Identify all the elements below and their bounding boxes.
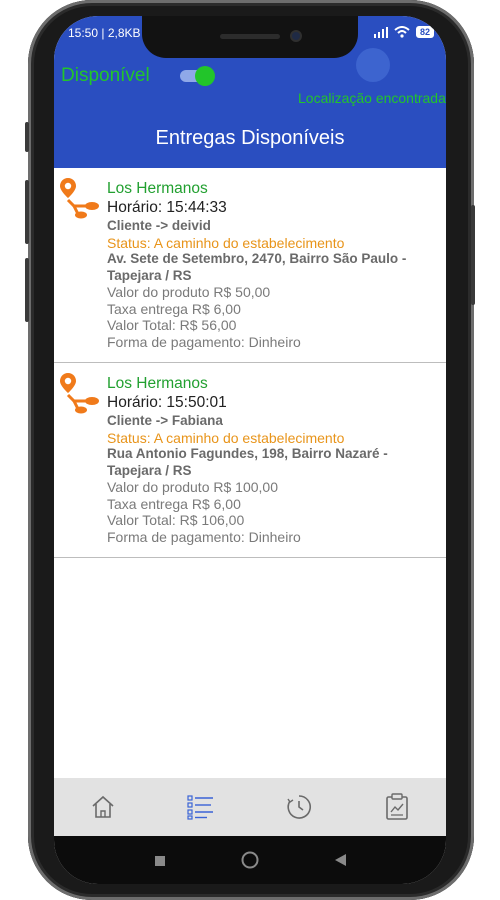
deliveries-list: Los Hermanos Horário: 15:44:33 Cliente -… — [54, 168, 446, 558]
delivery-status: Status: A caminho do estabelecimento — [107, 429, 345, 446]
client-name: Cliente -> Fabiana — [107, 413, 223, 428]
square-icon — [155, 856, 165, 866]
home-system-button[interactable] — [240, 850, 260, 875]
nav-history-button[interactable] — [275, 783, 323, 831]
page-title: Entregas Disponíveis — [155, 127, 345, 149]
product-value: Valor do produto R$ 100,00 — [107, 479, 278, 495]
delivery-address: Av. Sete de Setembro, 2470, Bairro São P… — [107, 251, 407, 283]
product-value: Valor do produto R$ 50,00 — [107, 284, 271, 300]
availability-toggle[interactable] — [180, 66, 215, 86]
back-system-button[interactable] — [334, 853, 347, 872]
recent-apps-button[interactable] — [154, 854, 166, 872]
total-value: Valor Total: R$ 56,00 — [107, 317, 237, 333]
nav-deliveries-button[interactable] — [177, 783, 225, 831]
delivery-fee: Taxa entrega R$ 6,00 — [107, 495, 241, 512]
delivery-item[interactable]: Los Hermanos Horário: 15:50:01 Cliente -… — [54, 363, 446, 558]
wifi-icon — [394, 26, 410, 38]
app-screen: 15:50 | 2,8KB 82 Disponível Localização … — [54, 16, 446, 884]
delivery-address: Rua Antonio Fagundes, 198, Bairro Nazaré… — [107, 446, 388, 478]
list-checklist-icon — [187, 795, 213, 820]
status-time: 15:50 | 2,8KB — [68, 26, 141, 40]
delivery-item[interactable]: Los Hermanos Horário: 15:44:33 Cliente -… — [54, 168, 446, 363]
circle-icon — [241, 851, 259, 869]
history-clock-icon — [287, 795, 311, 819]
delivery-fee: Taxa entrega R$ 6,00 — [107, 300, 241, 317]
signal-icon — [373, 26, 388, 38]
power-button — [471, 205, 475, 305]
report-clipboard-icon — [386, 793, 408, 820]
payment-method: Forma de pagamento: Dinheiro — [107, 528, 301, 545]
home-icon — [92, 795, 114, 818]
payment-method: Forma de pagamento: Dinheiro — [107, 333, 301, 350]
delivery-status: Status: A caminho do estabelecimento — [107, 234, 345, 251]
notch — [142, 16, 358, 58]
delivery-time: Horário: 15:44:33 — [107, 199, 227, 216]
delivery-route-icon — [60, 178, 99, 219]
status-icons: 82 — [373, 26, 434, 38]
store-name: Los Hermanos — [107, 375, 208, 392]
triangle-back-icon — [335, 854, 346, 866]
system-navigation-bar — [54, 836, 446, 884]
location-status: Localização encontrada — [298, 90, 446, 106]
total-value: Valor Total: R$ 106,00 — [107, 512, 245, 528]
battery-level: 82 — [415, 26, 434, 38]
avatar[interactable] — [356, 48, 390, 82]
client-name: Cliente -> deivid — [107, 218, 211, 233]
volume-up-button — [25, 180, 29, 244]
nav-reports-button[interactable] — [373, 783, 421, 831]
delivery-route-icon — [60, 373, 99, 414]
availability-label: Disponível — [61, 65, 150, 86]
volume-down-button — [25, 258, 29, 322]
store-name: Los Hermanos — [107, 180, 208, 197]
nav-home-button[interactable] — [79, 783, 127, 831]
mute-switch — [25, 122, 29, 152]
bottom-nav — [54, 778, 446, 836]
delivery-time: Horário: 15:50:01 — [107, 394, 227, 411]
